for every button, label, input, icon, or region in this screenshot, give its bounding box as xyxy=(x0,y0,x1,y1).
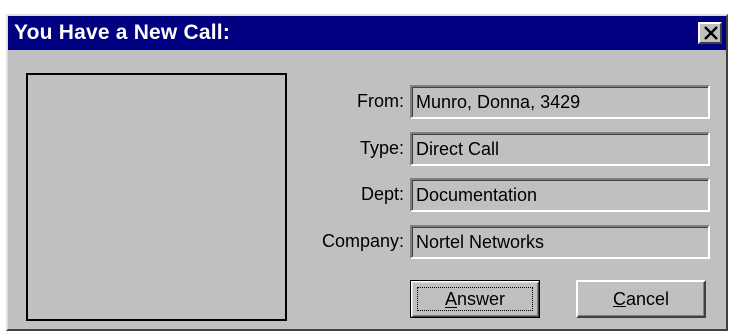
cancel-button-label: Cancel xyxy=(612,288,670,309)
close-icon xyxy=(704,26,718,40)
dept-label: Dept: xyxy=(360,184,404,204)
from-label: From: xyxy=(357,91,404,111)
company-field: Nortel Networks xyxy=(410,225,710,259)
close-button[interactable] xyxy=(698,22,722,44)
answer-button[interactable]: Answer xyxy=(410,280,540,318)
from-field: Munro, Donna, 3429 xyxy=(410,85,710,119)
type-field: Direct Call xyxy=(410,132,710,166)
answer-button-label: Answer xyxy=(444,288,506,309)
type-label: Type: xyxy=(359,138,404,158)
cancel-button[interactable]: Cancel xyxy=(576,280,706,318)
new-call-dialog: You Have a New Call: From: Munro, Donna,… xyxy=(6,14,728,331)
company-label: Company: xyxy=(321,231,404,251)
title-bar[interactable]: You Have a New Call: xyxy=(8,16,726,50)
dept-field: Documentation xyxy=(410,178,710,212)
dialog-title: You Have a New Call: xyxy=(14,21,231,44)
